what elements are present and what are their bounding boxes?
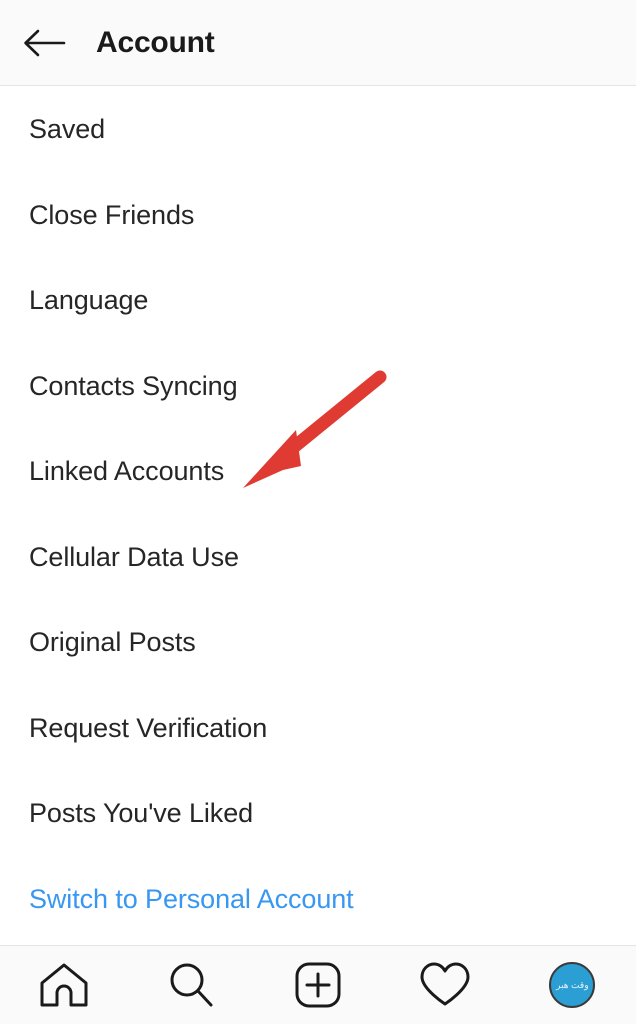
- list-item-label: Posts You've Liked: [29, 798, 254, 829]
- tab-search[interactable]: [141, 954, 241, 1016]
- list-item-label: Request Verification: [29, 712, 268, 743]
- tab-home[interactable]: [14, 954, 114, 1016]
- avatar-label: وقت هبر: [556, 979, 589, 990]
- list-item-original-posts[interactable]: Original Posts: [0, 600, 636, 686]
- list-item-label: Original Posts: [29, 627, 196, 658]
- page-title: Account: [96, 25, 215, 59]
- switch-to-personal-account-link[interactable]: Switch to Personal Account: [0, 857, 636, 943]
- arrow-left-icon: [24, 29, 66, 56]
- list-item-label: Contacts Syncing: [29, 370, 238, 401]
- list-item-label: Close Friends: [29, 199, 195, 230]
- list-item-saved[interactable]: Saved: [0, 87, 636, 173]
- list-item-contacts-syncing[interactable]: Contacts Syncing: [0, 344, 636, 430]
- settings-list: Saved Close Friends Language Contacts Sy…: [0, 87, 636, 942]
- tab-activity[interactable]: [395, 954, 495, 1016]
- list-item-request-verification[interactable]: Request Verification: [0, 686, 636, 772]
- list-item-label: Linked Accounts: [29, 456, 225, 487]
- add-post-icon: [295, 962, 341, 1008]
- list-item-linked-accounts[interactable]: Linked Accounts: [0, 429, 636, 515]
- tab-add-post[interactable]: [268, 954, 368, 1016]
- list-item-label: Language: [29, 285, 149, 316]
- list-item-label: Switch to Personal Account: [29, 883, 354, 914]
- list-item-label: Saved: [29, 114, 106, 145]
- tab-profile[interactable]: وقت هبر: [522, 954, 622, 1016]
- list-item-label: Cellular Data Use: [29, 541, 239, 572]
- app-header: Account: [0, 0, 636, 86]
- list-item-cellular-data-use[interactable]: Cellular Data Use: [0, 515, 636, 601]
- back-button[interactable]: [12, 13, 76, 73]
- heart-icon: [420, 962, 470, 1006]
- bottom-tab-bar: وقت هبر: [0, 945, 636, 1024]
- list-item-close-friends[interactable]: Close Friends: [0, 173, 636, 259]
- list-item-language[interactable]: Language: [0, 258, 636, 344]
- list-item-posts-youve-liked[interactable]: Posts You've Liked: [0, 771, 636, 857]
- search-icon: [170, 963, 213, 1007]
- profile-avatar: وقت هبر: [549, 962, 596, 1008]
- home-icon: [40, 963, 88, 1007]
